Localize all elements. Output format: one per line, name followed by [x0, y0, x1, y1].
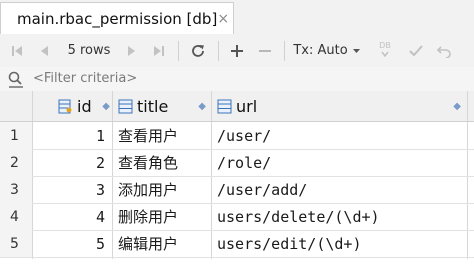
column-name: id	[77, 96, 92, 116]
cell-title[interactable]: 删除用户	[118, 203, 210, 230]
column-name: title	[137, 96, 169, 116]
row-number[interactable]: 1	[0, 122, 32, 149]
column-header-url[interactable]: url ◆	[217, 91, 467, 121]
row-number[interactable]: 3	[0, 176, 32, 203]
cell-title[interactable]: 查看角色	[118, 149, 210, 176]
column-name: url	[236, 96, 258, 116]
previous-page-icon[interactable]	[34, 34, 56, 67]
cell-url[interactable]: users/edit/(\d+)	[217, 230, 467, 257]
tab-rbac-permission[interactable]: main.rbac_permission [db] ×	[0, 2, 234, 34]
delete-row-icon[interactable]	[254, 34, 276, 67]
filter-search-icon	[8, 71, 23, 88]
sort-icon[interactable]: ◆	[102, 101, 110, 112]
cell-url[interactable]: /role/	[217, 149, 467, 176]
rollback-icon[interactable]	[432, 34, 456, 67]
data-toolbar: 5 rows Tx: Auto DB	[0, 34, 474, 68]
cell-title[interactable]: 添加用户	[118, 176, 210, 203]
commit-db-icon[interactable]: DB	[370, 34, 400, 67]
submit-check-icon[interactable]	[404, 34, 428, 67]
cell-url[interactable]: users/delete/(\d+)	[217, 203, 467, 230]
cell-id[interactable]: 3	[33, 176, 111, 203]
row-number[interactable]: 4	[0, 203, 32, 230]
toolbar-separator	[178, 41, 179, 61]
row-number[interactable]: 5	[0, 230, 32, 257]
transaction-mode-label: Tx: Auto	[293, 43, 348, 58]
table-row[interactable]: 1 1 查看用户 /user/	[0, 122, 474, 150]
tab-title: main.rbac_permission [db]	[17, 9, 218, 28]
cell-url[interactable]: /user/add/	[217, 176, 467, 203]
grid-header: id ◆ title ◆ url ◆	[0, 91, 474, 122]
editor-tab-bar: main.rbac_permission [db] ×	[0, 0, 474, 35]
column-header-id[interactable]: id ◆	[58, 91, 116, 121]
column-icon	[217, 99, 232, 113]
cell-title[interactable]: 查看用户	[118, 122, 210, 149]
column-key-icon	[58, 99, 72, 113]
table-row[interactable]: 2 2 查看角色 /role/	[0, 149, 474, 177]
db-badge: DB	[379, 40, 391, 50]
cell-id[interactable]: 4	[33, 203, 111, 230]
cell-id[interactable]: 2	[33, 149, 111, 176]
sort-icon[interactable]: ◆	[453, 101, 461, 112]
filter-criteria-input[interactable]: <Filter criteria>	[33, 71, 137, 86]
table-row[interactable]: 5 5 编辑用户 users/edit/(\d+)	[0, 230, 474, 258]
cell-title[interactable]: 编辑用户	[118, 230, 210, 257]
data-grid: id ◆ title ◆ url ◆ 1 1 查看用户 /user/ 2 2 查…	[0, 91, 474, 269]
refresh-icon[interactable]	[186, 34, 210, 67]
cell-url[interactable]: /user/	[217, 122, 467, 149]
next-page-icon[interactable]	[120, 34, 142, 67]
row-count-label: 5 rows	[67, 43, 111, 58]
row-number[interactable]: 2	[0, 149, 32, 176]
table-row[interactable]: 4 4 删除用户 users/delete/(\d+)	[0, 203, 474, 231]
filter-bar[interactable]: <Filter criteria>	[0, 67, 474, 92]
last-page-icon[interactable]	[148, 34, 170, 67]
toolbar-separator	[218, 41, 219, 61]
row-count[interactable]: 5 rows	[62, 34, 116, 67]
close-icon[interactable]: ×	[217, 11, 229, 27]
table-row[interactable]: 3 3 添加用户 /user/add/	[0, 176, 474, 204]
column-header-title[interactable]: title ◆	[118, 91, 212, 121]
toolbar-separator	[284, 41, 285, 61]
column-icon	[118, 99, 133, 113]
cell-id[interactable]: 5	[33, 230, 111, 257]
chevron-down-icon	[352, 49, 360, 53]
transaction-mode-dropdown[interactable]: Tx: Auto	[292, 34, 362, 67]
cell-id[interactable]: 1	[33, 122, 111, 149]
sort-icon[interactable]: ◆	[198, 101, 206, 112]
add-row-icon[interactable]	[226, 34, 248, 67]
first-page-icon[interactable]	[6, 34, 28, 67]
